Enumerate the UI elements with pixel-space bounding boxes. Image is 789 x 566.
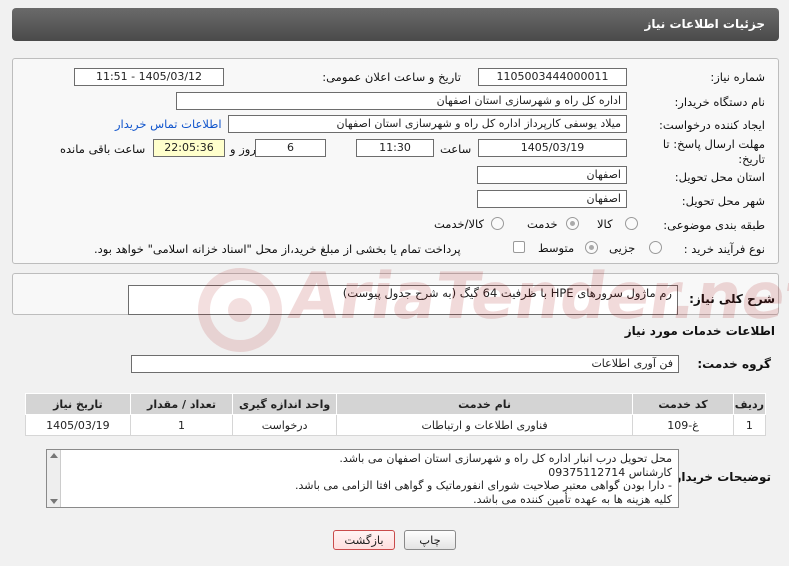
col-qty-header: تعداد / مقدار [129,393,234,415]
delivery-city-field: اصفهان [477,190,627,208]
services-info-title: اطلاعات خدمات مورد نیاز [624,324,775,338]
cell-service-code: غ-109 [632,414,734,436]
buyer-org-field: اداره کل راه و شهرسازی استان اصفهان [176,92,627,110]
service-group-label: گروه خدمت: [697,357,771,371]
notes-scrollbar[interactable] [47,450,61,507]
col-row-header: ردیف [732,393,767,415]
table-row: 1 غ-109 فناوری اطلاعات و ارتباطات درخواس… [25,414,767,436]
deadline-date-field: 1405/03/19 [478,139,627,157]
cell-quantity: 1 [129,414,234,436]
watermark-logo-icon [195,265,285,355]
buyer-note-line: - دارا بودن گواهی معتبر صلاحیت شورای انف… [295,479,672,492]
purchase-radio-minor[interactable] [649,241,662,254]
purchase-type-label: نوع فرآیند خرید : [683,242,765,256]
buyer-note-line: کارشناس 09375112714 [548,465,672,479]
scroll-down-arrow-icon[interactable] [50,499,58,504]
scroll-up-arrow-icon[interactable] [50,453,58,458]
buyer-org-label: نام دستگاه خریدار: [674,95,765,109]
purchase-medium-label: متوسط [538,241,575,255]
remaining-time-field: 22:05:36 [153,139,225,157]
treasury-payment-note: پرداخت تمام یا بخشی از مبلغ خرید،از محل … [94,242,461,256]
category-radio-goods-service[interactable] [491,217,504,230]
delivery-province-label: استان محل تحویل: [674,170,765,184]
category-goods-label: کالا [597,217,613,231]
days-label: روز و [230,142,256,156]
treasury-payment-checkbox[interactable] [513,241,525,253]
remaining-label: ساعت باقی مانده [60,142,146,156]
buyer-notes-box: محل تحویل درب انبار اداره کل راه و شهرسا… [46,449,679,508]
deadline-hour-label: ساعت [440,142,472,156]
category-radio-service[interactable] [566,217,579,230]
deadline-label: مهلت ارسال پاسخ: تا تاریخ: [662,137,765,166]
back-button[interactable]: بازگشت [333,530,395,550]
page-title: جزئیات اطلاعات نیاز [644,17,765,31]
cell-service-name: فناوری اطلاعات و ارتباطات [335,414,634,436]
category-service-label: خدمت [527,217,558,231]
buyer-notes-label: توضیحات خریدار: [669,470,771,484]
announce-datetime-label: تاریخ و ساعت اعلان عمومی: [322,70,461,84]
buyer-note-line: محل تحویل درب انبار اداره کل راه و شهرسا… [339,452,672,465]
page-header: جزئیات اطلاعات نیاز [12,8,779,41]
service-group-field: فن آوری اطلاعات [131,355,679,373]
days-field: 6 [255,139,326,157]
col-date-header: تاریخ نیاز [25,393,131,415]
services-table: ردیف کد خدمت نام خدمت واحد اندازه گیری ت… [25,393,767,436]
buyer-note-line: کلیه هزینه ها به عهده تأمین کننده می باش… [473,492,672,506]
need-number-field: 1105003444000011 [478,68,627,86]
purchase-radio-medium[interactable] [585,241,598,254]
category-goods-service-label: کالا/خدمت [434,217,485,231]
requester-label: ایجاد کننده درخواست: [659,118,765,132]
col-name-header: نام خدمت [335,393,634,415]
buyer-contact-link[interactable]: اطلاعات تماس خریدار [115,117,222,131]
need-number-label: شماره نیاز: [710,70,765,84]
col-code-header: کد خدمت [632,393,734,415]
purchase-minor-label: جزیی [609,241,636,255]
delivery-city-label: شهر محل تحویل: [681,194,765,208]
services-table-header: ردیف کد خدمت نام خدمت واحد اندازه گیری ت… [25,393,767,415]
category-radio-goods[interactable] [625,217,638,230]
delivery-province-field: اصفهان [477,166,627,184]
cell-unit: درخواست [232,414,337,436]
print-button[interactable]: چاپ [404,530,456,550]
col-unit-header: واحد اندازه گیری [232,393,337,415]
cell-row-number: 1 [732,414,767,436]
requester-field: میلاد یوسفی کارپرداز اداره کل راه و شهرس… [228,115,627,133]
deadline-time-field: 11:30 [356,139,434,157]
cell-need-date: 1405/03/19 [25,414,131,436]
category-label: طبقه بندی موضوعی: [663,218,765,232]
general-desc-label: شرح کلی نیاز: [689,292,775,306]
announce-datetime-field: 1405/03/12 - 11:51 [74,68,224,86]
